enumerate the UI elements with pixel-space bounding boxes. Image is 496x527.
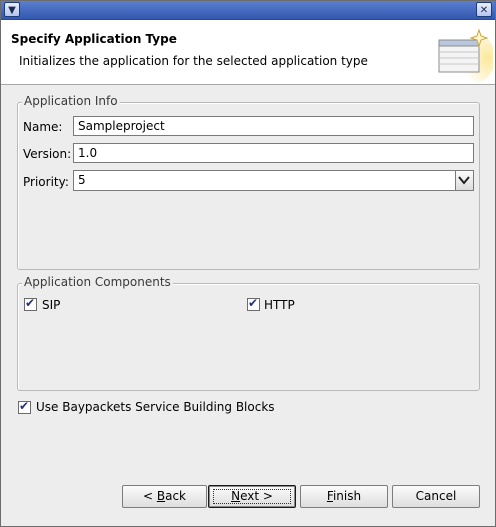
http-checkbox[interactable]: ✔ [247, 296, 260, 311]
name-label: Name: [23, 120, 63, 134]
close-icon: ✕ [479, 5, 489, 16]
wizard-window-sparkle-icon [438, 28, 493, 82]
finish-button[interactable]: Finish [300, 485, 388, 508]
window-menu-button[interactable]: ▼ [4, 2, 20, 17]
application-info-title: Application Info [22, 94, 120, 108]
focus-ring [213, 489, 291, 504]
version-label: Version: [23, 147, 72, 161]
page-description: Initializes the application for the sele… [19, 54, 368, 68]
cancel-button[interactable]: Cancel [392, 485, 480, 508]
page-title: Specify Application Type [11, 32, 177, 46]
close-button[interactable]: ✕ [476, 2, 492, 17]
back-button[interactable]: < Back [122, 485, 207, 508]
building-blocks-label: Use Baypackets Service Building Blocks [36, 400, 275, 414]
chevron-down-icon: ▼ [8, 5, 16, 16]
wizard-header: Specify Application Type Initializes the… [1, 20, 495, 85]
wizard-dialog: ▼ ✕ Specify Application Type Initializes… [0, 0, 496, 527]
version-input[interactable] [73, 143, 474, 163]
building-blocks-checkbox[interactable]: ✔ [18, 399, 31, 414]
priority-select[interactable]: 5 [73, 170, 474, 191]
http-label: HTTP [264, 298, 295, 312]
priority-label: Priority: [23, 175, 69, 189]
application-components-title: Application Components [22, 275, 173, 289]
next-button[interactable]: Next > [208, 485, 296, 508]
check-icon: ✔ [25, 296, 36, 310]
check-icon: ✔ [19, 399, 30, 413]
sip-label: SIP [42, 298, 61, 312]
triangle-down-icon [458, 176, 470, 185]
priority-dropdown-button[interactable] [455, 171, 473, 190]
check-icon: ✔ [248, 296, 259, 310]
name-input[interactable] [73, 116, 474, 136]
sip-checkbox[interactable]: ✔ [24, 296, 37, 311]
title-bar[interactable]: ▼ ✕ [1, 1, 495, 20]
priority-value: 5 [78, 173, 86, 187]
